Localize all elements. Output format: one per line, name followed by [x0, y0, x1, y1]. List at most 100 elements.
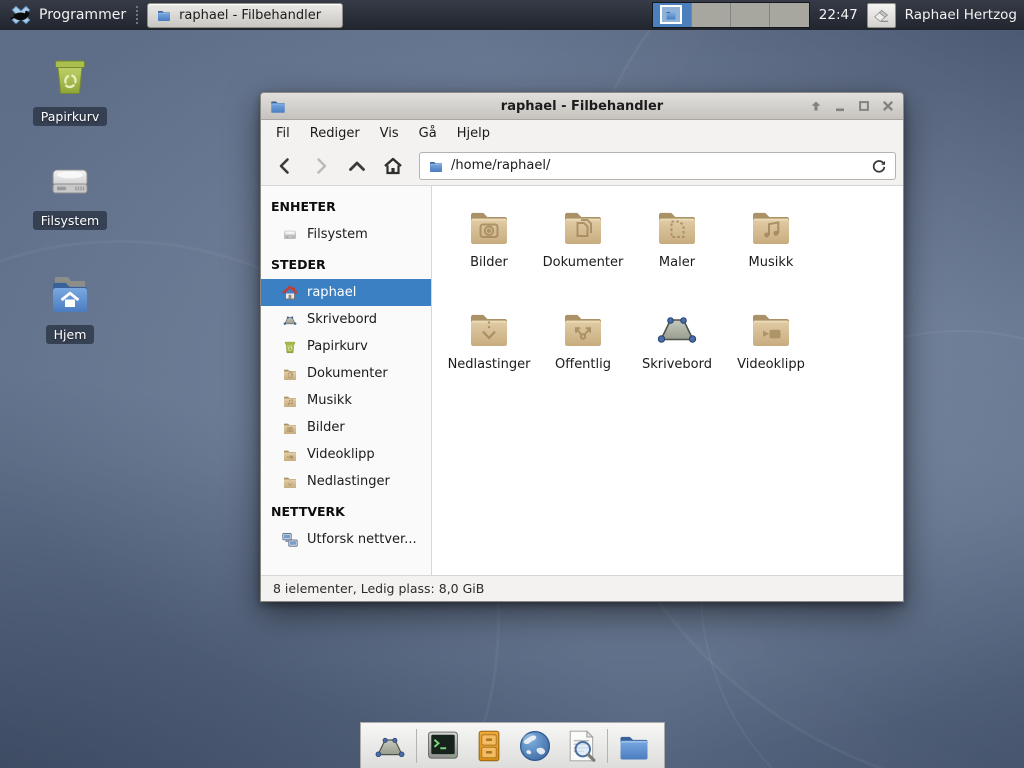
forward-button[interactable] [304, 151, 337, 181]
desktop-icon [282, 312, 298, 328]
terminal-launcher[interactable] [423, 726, 463, 766]
file-manager-launcher[interactable] [614, 726, 654, 766]
reload-button[interactable] [871, 158, 887, 174]
folder-documents-icon [282, 366, 298, 382]
harddrive-icon [282, 227, 298, 243]
taskbar-window-title: raphael - Filbehandler [179, 8, 321, 23]
sidebar-item-videos[interactable]: Videoklipp [261, 441, 431, 468]
sidebar-item-music[interactable]: Musikk [261, 387, 431, 414]
sidebar-item-raphael[interactable]: raphael [261, 279, 431, 306]
statusbar: 8 ielementer, Ledig plass: 8,0 GiB [261, 575, 903, 601]
minimize-button[interactable] [832, 99, 847, 114]
file-cabinet-launcher[interactable] [469, 726, 509, 766]
up-button[interactable] [340, 151, 373, 181]
file-item-bilder[interactable]: Bilder [442, 202, 536, 304]
menu-view[interactable]: Vis [370, 122, 409, 145]
folder-icon [428, 158, 444, 174]
sidebar-item-desktop[interactable]: Skrivebord [261, 306, 431, 333]
dock-panel [360, 722, 665, 768]
window-title: raphael - Filbehandler [261, 99, 903, 114]
sidebar-item-filesystem[interactable]: Filsystem [261, 221, 431, 248]
workspace-3[interactable] [731, 3, 770, 27]
workspace-1[interactable] [653, 3, 692, 27]
panel-handle [136, 6, 141, 24]
network-icon [282, 532, 298, 548]
menubar: Fil Rediger Vis Gå Hjelp [261, 120, 903, 146]
session-action-button[interactable] [867, 3, 896, 28]
home-folder-icon [46, 270, 94, 318]
terminal-icon [425, 728, 461, 764]
file-item-dokumenter[interactable]: Dokumenter [536, 202, 630, 304]
workspace-4[interactable] [770, 3, 809, 27]
file-item-maler[interactable]: Maler [630, 202, 724, 304]
workspace-window-thumbnail [660, 5, 682, 24]
folder-pictures-icon [465, 202, 513, 250]
user-name-label[interactable]: Raphael Hertzog [905, 7, 1017, 23]
show-desktop-button[interactable] [370, 726, 410, 766]
menu-help[interactable]: Hjelp [447, 122, 500, 145]
desktop-icon-trash[interactable]: Papirkurv [20, 52, 120, 126]
workspace-switcher [652, 2, 810, 28]
trash-icon [282, 339, 298, 355]
toolbar: /home/raphael/ [261, 146, 903, 186]
desktop-icon-home[interactable]: Hjem [20, 270, 120, 344]
applications-menu-button[interactable]: Programmer [4, 2, 132, 28]
file-cabinet-icon [471, 728, 507, 764]
sidebar-header-places: STEDER [261, 248, 431, 279]
file-item-offentlig[interactable]: Offentlig [536, 304, 630, 406]
sidebar-header-network: NETTVERK [261, 495, 431, 526]
folder-templates-icon [653, 202, 701, 250]
file-item-musikk[interactable]: Musikk [724, 202, 818, 304]
sidebar-item-trash[interactable]: Papirkurv [261, 333, 431, 360]
window-titlebar[interactable]: raphael - Filbehandler [261, 93, 903, 120]
folder-icon [665, 9, 677, 21]
taskbar-window-button[interactable]: raphael - Filbehandler [147, 3, 343, 28]
folder-videos-icon [747, 304, 795, 352]
workspace-2[interactable] [692, 3, 731, 27]
applications-menu-label: Programmer [39, 7, 126, 23]
file-item-skrivebord[interactable]: Skrivebord [630, 304, 724, 406]
desktop-icon-label: Filsystem [33, 211, 107, 230]
sidebar-header-devices: ENHETER [261, 190, 431, 221]
harddrive-icon [46, 160, 94, 204]
close-button[interactable] [880, 99, 895, 114]
menu-go[interactable]: Gå [409, 122, 447, 145]
show-desktop-icon [372, 728, 408, 764]
folder-pictures-icon [282, 420, 298, 436]
sidebar-item-documents[interactable]: Dokumenter [261, 360, 431, 387]
menu-edit[interactable]: Rediger [300, 122, 370, 145]
folder-music-icon [747, 202, 795, 250]
file-manager-icon [616, 728, 652, 764]
shade-button[interactable] [808, 99, 823, 114]
desktop-icon-filesystem[interactable]: Filsystem [20, 160, 120, 230]
top-panel: Programmer raphael - Filbehandler 22:47 … [0, 0, 1024, 30]
dock-separator [607, 729, 608, 763]
file-item-videoklipp[interactable]: Videoklipp [724, 304, 818, 406]
menu-file[interactable]: Fil [266, 122, 300, 145]
clock[interactable]: 22:47 [819, 7, 858, 23]
sidebar-item-pictures[interactable]: Bilder [261, 414, 431, 441]
search-launcher[interactable] [561, 726, 601, 766]
web-browser-icon [517, 728, 553, 764]
sidebar-item-downloads[interactable]: Nedlastinger [261, 468, 431, 495]
desktop-icon [653, 304, 701, 352]
sidebar-item-browse-network[interactable]: Utforsk nettver... [261, 526, 431, 553]
dock-separator [416, 729, 417, 763]
back-button[interactable] [268, 151, 301, 181]
location-bar[interactable]: /home/raphael/ [419, 152, 896, 180]
xfce-logo-icon [10, 4, 32, 26]
home-button[interactable] [376, 151, 409, 181]
search-icon [563, 728, 599, 764]
web-browser-launcher[interactable] [515, 726, 555, 766]
folder-downloads-icon [465, 304, 513, 352]
status-text: 8 ielementer, Ledig plass: 8,0 GiB [273, 581, 484, 596]
sidebar: ENHETER Filsystem STEDER raphael Skriveb… [261, 186, 432, 575]
trash-icon [46, 52, 94, 100]
folder-downloads-icon [282, 474, 298, 490]
maximize-button[interactable] [856, 99, 871, 114]
file-item-nedlastinger[interactable]: Nedlastinger [442, 304, 536, 406]
desktop-icon-label: Papirkurv [33, 107, 108, 126]
home-icon [282, 285, 298, 301]
eraser-icon [872, 6, 890, 24]
file-view[interactable]: Bilder Dokumenter Maler Musikk Nedlastin… [432, 186, 903, 575]
